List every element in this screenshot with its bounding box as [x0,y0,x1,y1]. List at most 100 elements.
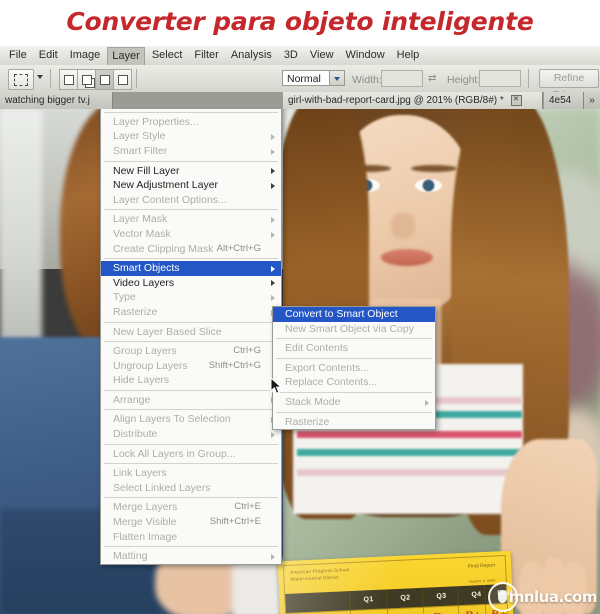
selection-intersect-button[interactable] [114,69,132,90]
layer-menu-item-new-adjustment-layer[interactable]: New Adjustment Layer [101,178,281,193]
layer-menu-item-layer-content-options[interactable]: Layer Content Options... [101,193,281,208]
layer-menu-item-delete[interactable]: Delete [101,109,281,110]
layer-menu-item-lock-all-layers-in-group[interactable]: Lock All Layers in Group... [101,447,281,462]
layer-menu-item-vector-mask[interactable]: Vector Mask [101,227,281,242]
layer-menu-item-select-linked-layers[interactable]: Select Linked Layers [101,481,281,496]
layer-menu[interactable]: NewDuplicate Layer...DeleteLayer Propert… [100,109,282,565]
menu-layer[interactable]: Layer [107,47,145,65]
close-icon[interactable]: ✕ [510,94,522,106]
selection-new-button[interactable] [59,69,78,90]
layer-menu-item-layer-style[interactable]: Layer Style [101,129,281,144]
menu-item-label: Smart Objects [113,262,180,275]
smart-objects-item-stack-mode[interactable]: Stack Mode [273,395,435,410]
layer-menu-item-separator [104,443,278,445]
height-input[interactable] [479,70,521,87]
layer-menu-item-create-clipping-mask[interactable]: Create Clipping Mask Alt+Ctrl+G [101,242,281,257]
menu-analysis[interactable]: Analysis [226,48,277,63]
menu-item-shortcut: Shift+Ctrl+E [209,516,261,528]
menu-item-label: New Layer Based Slice [113,325,222,338]
menu-item-label: New Smart Object via Copy [285,322,414,335]
menu-item-label: Layer Mask [113,213,168,226]
selection-mode-group [59,69,132,90]
marquee-style-select[interactable]: Normal [282,70,345,86]
chevron-down-icon[interactable] [329,71,344,85]
tool-preset-chevron-down-icon[interactable] [37,75,43,79]
menu-item-label: Rasterize [113,305,158,318]
smart-objects-item-edit-contents[interactable]: Edit Contents [273,341,435,356]
layer-menu-item-separator [104,409,278,411]
menu-item-label: Merge Layers [113,501,178,514]
menu-item-label: Lock All Layers in Group... [113,447,236,460]
smart-objects-submenu[interactable]: Convert to Smart Object New Smart Object … [272,306,436,431]
menu-item-label: Arrange [113,393,151,406]
menu-image[interactable]: Image [65,48,106,63]
smart-objects-item-convert-to-smart-object[interactable]: Convert to Smart Object [273,307,435,322]
tabs-overflow-button[interactable]: » [584,92,600,109]
rectangular-marquee-icon[interactable] [8,69,34,90]
width-input[interactable] [381,70,423,87]
menu-view[interactable]: View [305,48,339,63]
layer-menu-item-hide-layers[interactable]: Hide Layers [101,373,281,388]
smart-objects-item-rasterize[interactable]: Rasterize [273,415,435,430]
layer-menu-item-new-fill-layer[interactable]: New Fill Layer [101,164,281,179]
menu-item-label: Group Layers [113,345,177,358]
layer-menu-item-type[interactable]: Type [101,290,281,305]
layer-menu-item-video-layers[interactable]: Video Layers [101,276,281,291]
layer-menu-item-group-layers[interactable]: Group Layers Ctrl+G [101,344,281,359]
menu-item-label: Edit Contents [285,342,349,355]
layer-menu-item-distribute[interactable]: Distribute [101,427,281,442]
menu-item-label: Hide Layers [113,374,170,387]
menu-file[interactable]: File [4,48,32,63]
layer-menu-item-layer-properties[interactable]: Layer Properties... [101,115,281,130]
layer-menu-item-merge-layers[interactable]: Merge Layers Ctrl+E [101,500,281,515]
smart-objects-item-replace-contents[interactable]: Replace Contents... [273,375,435,390]
selection-add-button[interactable] [78,69,96,90]
layer-menu-item-separator [104,341,278,343]
menu-edit[interactable]: Edit [34,48,63,63]
layer-menu-item-link-layers[interactable]: Link Layers [101,466,281,481]
document-tab-girl-with-bad-report-card[interactable]: girl-with-bad-report-card.jpg @ 201% (RG… [283,92,543,109]
swap-dimensions-icon[interactable]: ⇄ [428,73,439,84]
refine-edge-button[interactable]: Refine Edge... [539,69,599,101]
options-divider-3 [528,69,529,88]
chevron-right-icon [271,265,275,272]
menu-filter[interactable]: Filter [189,48,223,63]
layer-menu-item-merge-visible[interactable]: Merge Visible Shift+Ctrl+E [101,515,281,530]
selection-subtract-button[interactable] [96,69,114,90]
layer-menu-item-smart-filter[interactable]: Smart Filter [101,144,281,159]
layer-menu-item-matting[interactable]: Matting [101,549,281,564]
layer-menu-item-layer-mask[interactable]: Layer Mask [101,212,281,227]
menu-help[interactable]: Help [392,48,425,63]
menu-item-label: New Adjustment Layer [113,179,219,192]
menu-item-shortcut: Ctrl+E [234,501,261,513]
menu-item-shortcut: Shift+Ctrl+G [208,359,261,371]
layer-menu-item-flatten-image[interactable]: Flatten Image [101,530,281,545]
menu-item-label: Type [113,291,136,304]
smart-objects-item-new-smart-object-via-copy[interactable]: New Smart Object via Copy [273,322,435,337]
menu-item-label: Vector Mask [113,227,171,240]
chevron-right-icon [271,553,275,560]
layer-menu-item-rasterize[interactable]: Rasterize [101,305,281,320]
smart-objects-item-separator [276,411,432,413]
layer-menu-item-separator [104,389,278,391]
layer-menu-item-smart-objects[interactable]: Smart Objects [101,261,281,276]
layer-menu-item-ungroup-layers[interactable]: Ungroup Layers Shift+Ctrl+G [101,359,281,374]
document-tab-watching-bigger-tv[interactable]: watching bigger tv.j [0,92,113,109]
page-title: Converter para objeto inteligente [66,7,534,36]
chevron-right-icon [271,133,275,140]
canvas-area[interactable]: American Progress School Miami-Central D… [0,109,600,614]
arrow-cursor-icon [270,377,282,394]
smart-objects-item-export-contents[interactable]: Export Contents... [273,361,435,376]
menu-item-label: Replace Contents... [285,376,378,389]
layer-menu-item-align-layers-to-selection[interactable]: Align Layers To Selection [101,412,281,427]
layer-menu-item-new-layer-based-slice[interactable]: New Layer Based Slice [101,325,281,340]
chevron-right-icon [271,216,275,223]
menu-window[interactable]: Window [341,48,390,63]
menu-select[interactable]: Select [147,48,188,63]
menu-item-label: Ungroup Layers [113,359,188,372]
layer-menu-item-arrange[interactable]: Arrange [101,393,281,408]
chevron-right-icon [271,148,275,155]
menu-3d[interactable]: 3D [279,48,303,63]
document-tab-4e54[interactable]: 4e54 [544,92,584,109]
menu-item-label: Stack Mode [285,395,341,408]
